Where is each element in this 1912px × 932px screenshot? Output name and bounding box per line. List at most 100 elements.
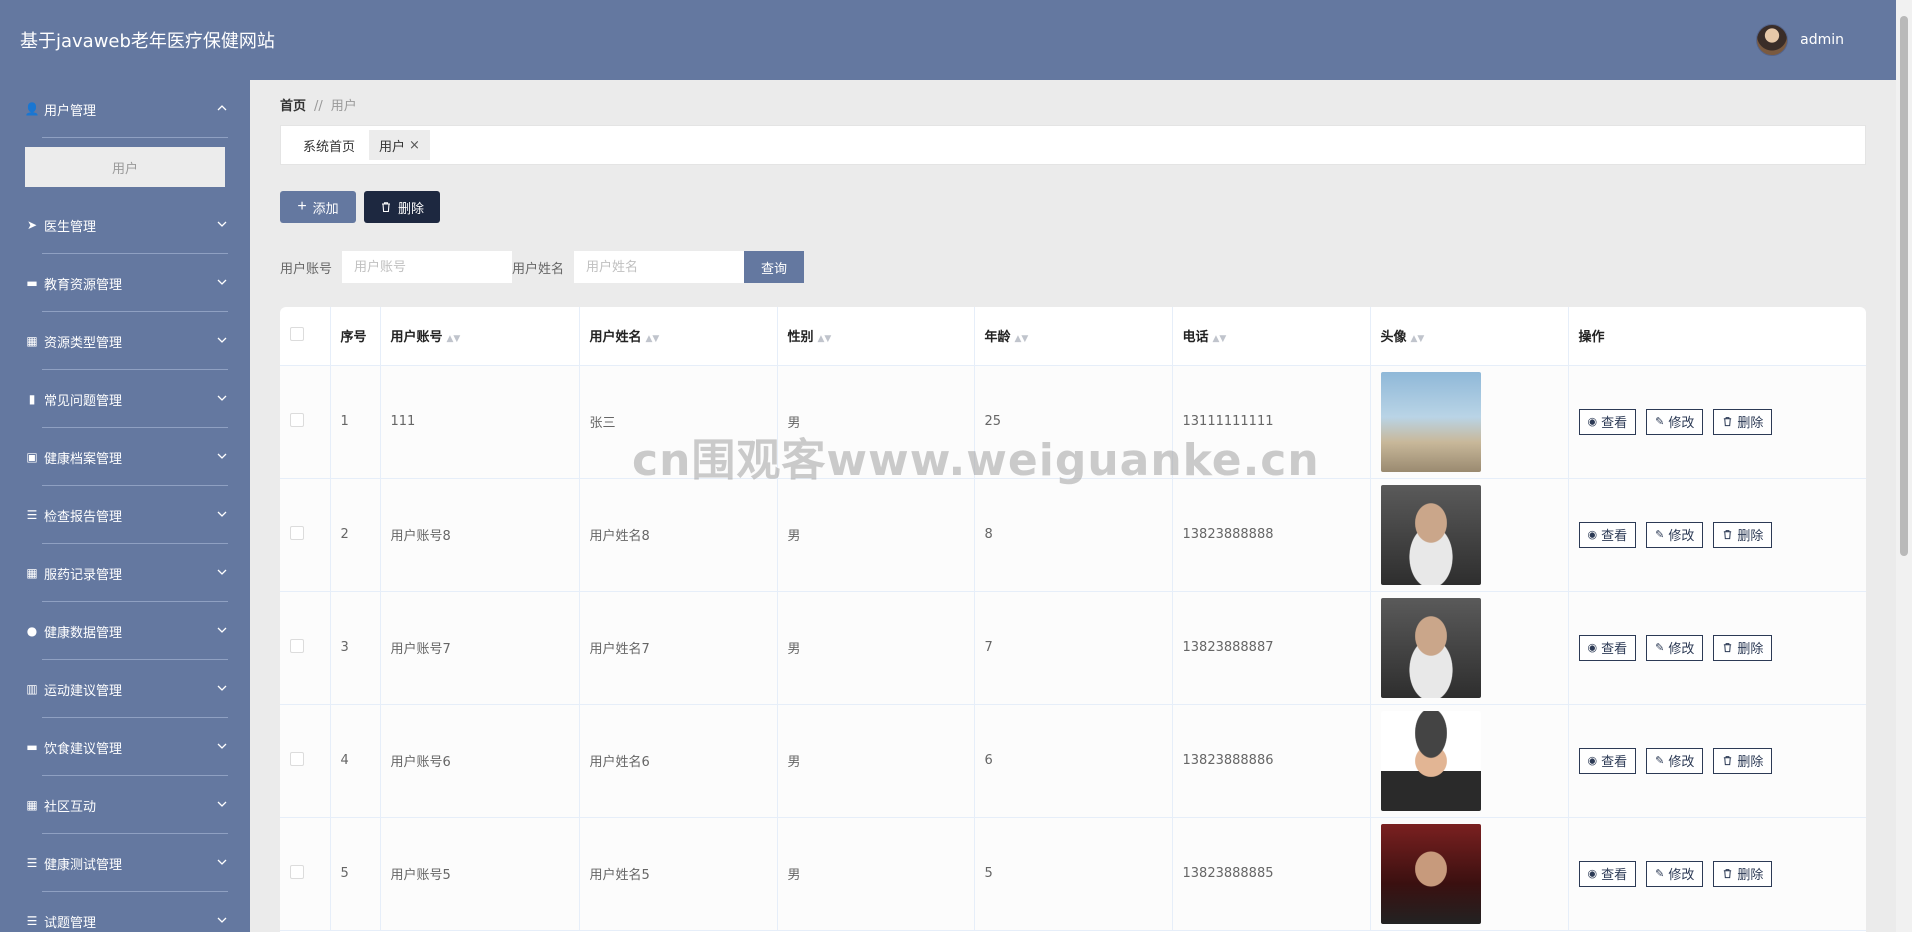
chevron-down-icon bbox=[216, 856, 228, 871]
add-button[interactable]: + 添加 bbox=[280, 191, 356, 223]
tab-home-label: 系统首页 bbox=[303, 139, 356, 155]
user-photo[interactable] bbox=[1380, 597, 1481, 698]
view-label: 查看 bbox=[1601, 416, 1628, 431]
delete-button[interactable]: 删除 bbox=[1713, 521, 1773, 548]
view-button[interactable]: ◉ 查看 bbox=[1578, 747, 1637, 774]
sidebar-item-3[interactable]: ▦ 资源类型管理 bbox=[0, 312, 250, 370]
eye-icon: ◉ bbox=[1587, 415, 1598, 428]
sort-icon[interactable]: ▲▼ bbox=[1213, 334, 1227, 344]
row-checkbox[interactable] bbox=[290, 638, 304, 653]
sidebar-subitem-users[interactable]: 用户 bbox=[25, 147, 225, 187]
col-name[interactable]: 用户姓名 ▲▼ bbox=[579, 307, 778, 366]
cell-name: 用户姓名5 bbox=[579, 817, 778, 931]
sidebar-item-1[interactable]: ➤ 医生管理 bbox=[0, 196, 250, 254]
col-gender[interactable]: 性别 ▲▼ bbox=[777, 307, 975, 366]
table-row: 3 用户账号7 用户姓名7 男 7 13823888887 ◉ 查看 ✎ 修改 删除 bbox=[280, 591, 1866, 705]
sidebar-item-label: 资源类型管理 bbox=[44, 335, 123, 351]
chevron-down-icon bbox=[216, 914, 228, 929]
user-photo[interactable] bbox=[1380, 484, 1481, 585]
user-photo[interactable] bbox=[1380, 371, 1481, 472]
view-button[interactable]: ◉ 查看 bbox=[1578, 860, 1637, 887]
sort-icon[interactable]: ▲▼ bbox=[818, 334, 832, 344]
trash-icon bbox=[1724, 530, 1732, 540]
delete-button[interactable]: 删除 bbox=[1713, 747, 1773, 774]
edit-button[interactable]: ✎ 修改 bbox=[1646, 747, 1704, 774]
row-select-cell bbox=[280, 591, 331, 705]
cell-actions: ◉ 查看 ✎ 修改 删除 bbox=[1568, 591, 1866, 705]
edit-button[interactable]: ✎ 修改 bbox=[1646, 634, 1704, 661]
sidebar-item-7[interactable]: ▦ 服药记录管理 bbox=[0, 544, 250, 602]
trash-icon bbox=[1724, 756, 1732, 766]
eye-icon: ◉ bbox=[1587, 867, 1598, 880]
edit-button[interactable]: ✎ 修改 bbox=[1646, 408, 1704, 435]
tab-users[interactable]: 用户 × bbox=[369, 130, 430, 160]
col-age[interactable]: 年龄 ▲▼ bbox=[974, 307, 1173, 366]
select-all-checkbox[interactable] bbox=[290, 326, 304, 341]
sidebar-item-10[interactable]: ▬ 饮食建议管理 bbox=[0, 718, 250, 776]
sidebar-item-label: 医生管理 bbox=[44, 219, 97, 235]
page-scrollbar[interactable] bbox=[1896, 0, 1912, 932]
cell-gender: 男 bbox=[777, 478, 975, 592]
user-photo[interactable] bbox=[1380, 710, 1481, 811]
trash-icon bbox=[381, 202, 390, 213]
sidebar-item-13[interactable]: ☰ 试题管理 bbox=[0, 892, 250, 932]
query-button[interactable]: 查询 bbox=[744, 251, 805, 283]
eye-icon: ◉ bbox=[1587, 528, 1598, 541]
chevron-down-icon bbox=[216, 276, 228, 291]
user-icon: 👤 bbox=[24, 102, 40, 116]
sidebar-item-0[interactable]: 👤 用户管理 bbox=[0, 80, 250, 138]
close-icon[interactable]: × bbox=[409, 138, 420, 153]
username[interactable]: admin bbox=[1800, 32, 1844, 48]
row-checkbox[interactable] bbox=[290, 412, 304, 427]
row-select-cell bbox=[280, 817, 331, 931]
paper-plane-icon: ➤ bbox=[26, 218, 38, 232]
sidebar-item-2[interactable]: ▬ 教育资源管理 bbox=[0, 254, 250, 312]
batch-delete-button[interactable]: 删除 bbox=[364, 191, 440, 223]
col-phone[interactable]: 电话 ▲▼ bbox=[1172, 307, 1371, 366]
col-photo[interactable]: 头像 ▲▼ bbox=[1370, 307, 1569, 366]
delete-button[interactable]: 删除 bbox=[1713, 408, 1773, 435]
sidebar-item-4[interactable]: ▮ 常见问题管理 bbox=[0, 370, 250, 428]
user-menu[interactable]: admin bbox=[1756, 24, 1844, 56]
sort-icon[interactable]: ▲▼ bbox=[1015, 334, 1029, 344]
cell-account: 111 bbox=[380, 365, 580, 479]
sidebar-item-9[interactable]: ▥ 运动建议管理 bbox=[0, 660, 250, 718]
sidebar-item-12[interactable]: ☰ 健康测试管理 bbox=[0, 834, 250, 892]
row-checkbox[interactable] bbox=[290, 751, 304, 766]
sidebar-item-label: 饮食建议管理 bbox=[44, 741, 123, 757]
sort-icon[interactable]: ▲▼ bbox=[646, 334, 660, 344]
name-search-input[interactable] bbox=[574, 251, 745, 283]
sidebar-item-label: 健康档案管理 bbox=[44, 451, 123, 467]
col-account[interactable]: 用户账号 ▲▼ bbox=[380, 307, 580, 366]
row-checkbox[interactable] bbox=[290, 864, 304, 879]
row-checkbox[interactable] bbox=[290, 525, 304, 540]
cell-gender: 男 bbox=[777, 704, 975, 818]
edit-button[interactable]: ✎ 修改 bbox=[1646, 860, 1704, 887]
sidebar-item-6[interactable]: ☰ 检查报告管理 bbox=[0, 486, 250, 544]
sidebar-item-label: 用户管理 bbox=[44, 103, 97, 119]
view-button[interactable]: ◉ 查看 bbox=[1578, 521, 1637, 548]
edit-label: 修改 bbox=[1668, 416, 1695, 431]
chevron-down-icon bbox=[216, 392, 228, 407]
library-icon: ▥ bbox=[26, 682, 38, 696]
avatar[interactable] bbox=[1756, 24, 1789, 56]
scrollbar-thumb[interactable] bbox=[1900, 16, 1908, 556]
pencil-icon: ✎ bbox=[1655, 528, 1665, 541]
sidebar-item-5[interactable]: ▣ 健康档案管理 bbox=[0, 428, 250, 486]
sort-icon[interactable]: ▲▼ bbox=[1411, 334, 1425, 344]
user-photo[interactable] bbox=[1380, 823, 1481, 924]
edit-button[interactable]: ✎ 修改 bbox=[1646, 521, 1704, 548]
breadcrumb-home[interactable]: 首页 bbox=[280, 99, 306, 114]
sidebar-item-11[interactable]: ▦ 社区互动 bbox=[0, 776, 250, 834]
sidebar-item-8[interactable]: ● 健康数据管理 bbox=[0, 602, 250, 660]
delete-button[interactable]: 删除 bbox=[1713, 634, 1773, 661]
tab-home[interactable]: 系统首页 bbox=[293, 130, 365, 160]
account-search-input[interactable] bbox=[342, 251, 513, 283]
table-header-row: 序号 用户账号 ▲▼ 用户姓名 ▲▼ 性别 ▲▼ 年龄 ▲▼ 电话 ▲▼ 头像 ▲▼ 操作 bbox=[280, 307, 1866, 366]
sort-icon[interactable]: ▲▼ bbox=[447, 334, 461, 344]
view-button[interactable]: ◉ 查看 bbox=[1578, 408, 1637, 435]
delete-button[interactable]: 删除 bbox=[1713, 860, 1773, 887]
cell-name: 张三 bbox=[579, 365, 778, 479]
view-button[interactable]: ◉ 查看 bbox=[1578, 634, 1637, 661]
delete-label: 删除 bbox=[1737, 416, 1764, 431]
